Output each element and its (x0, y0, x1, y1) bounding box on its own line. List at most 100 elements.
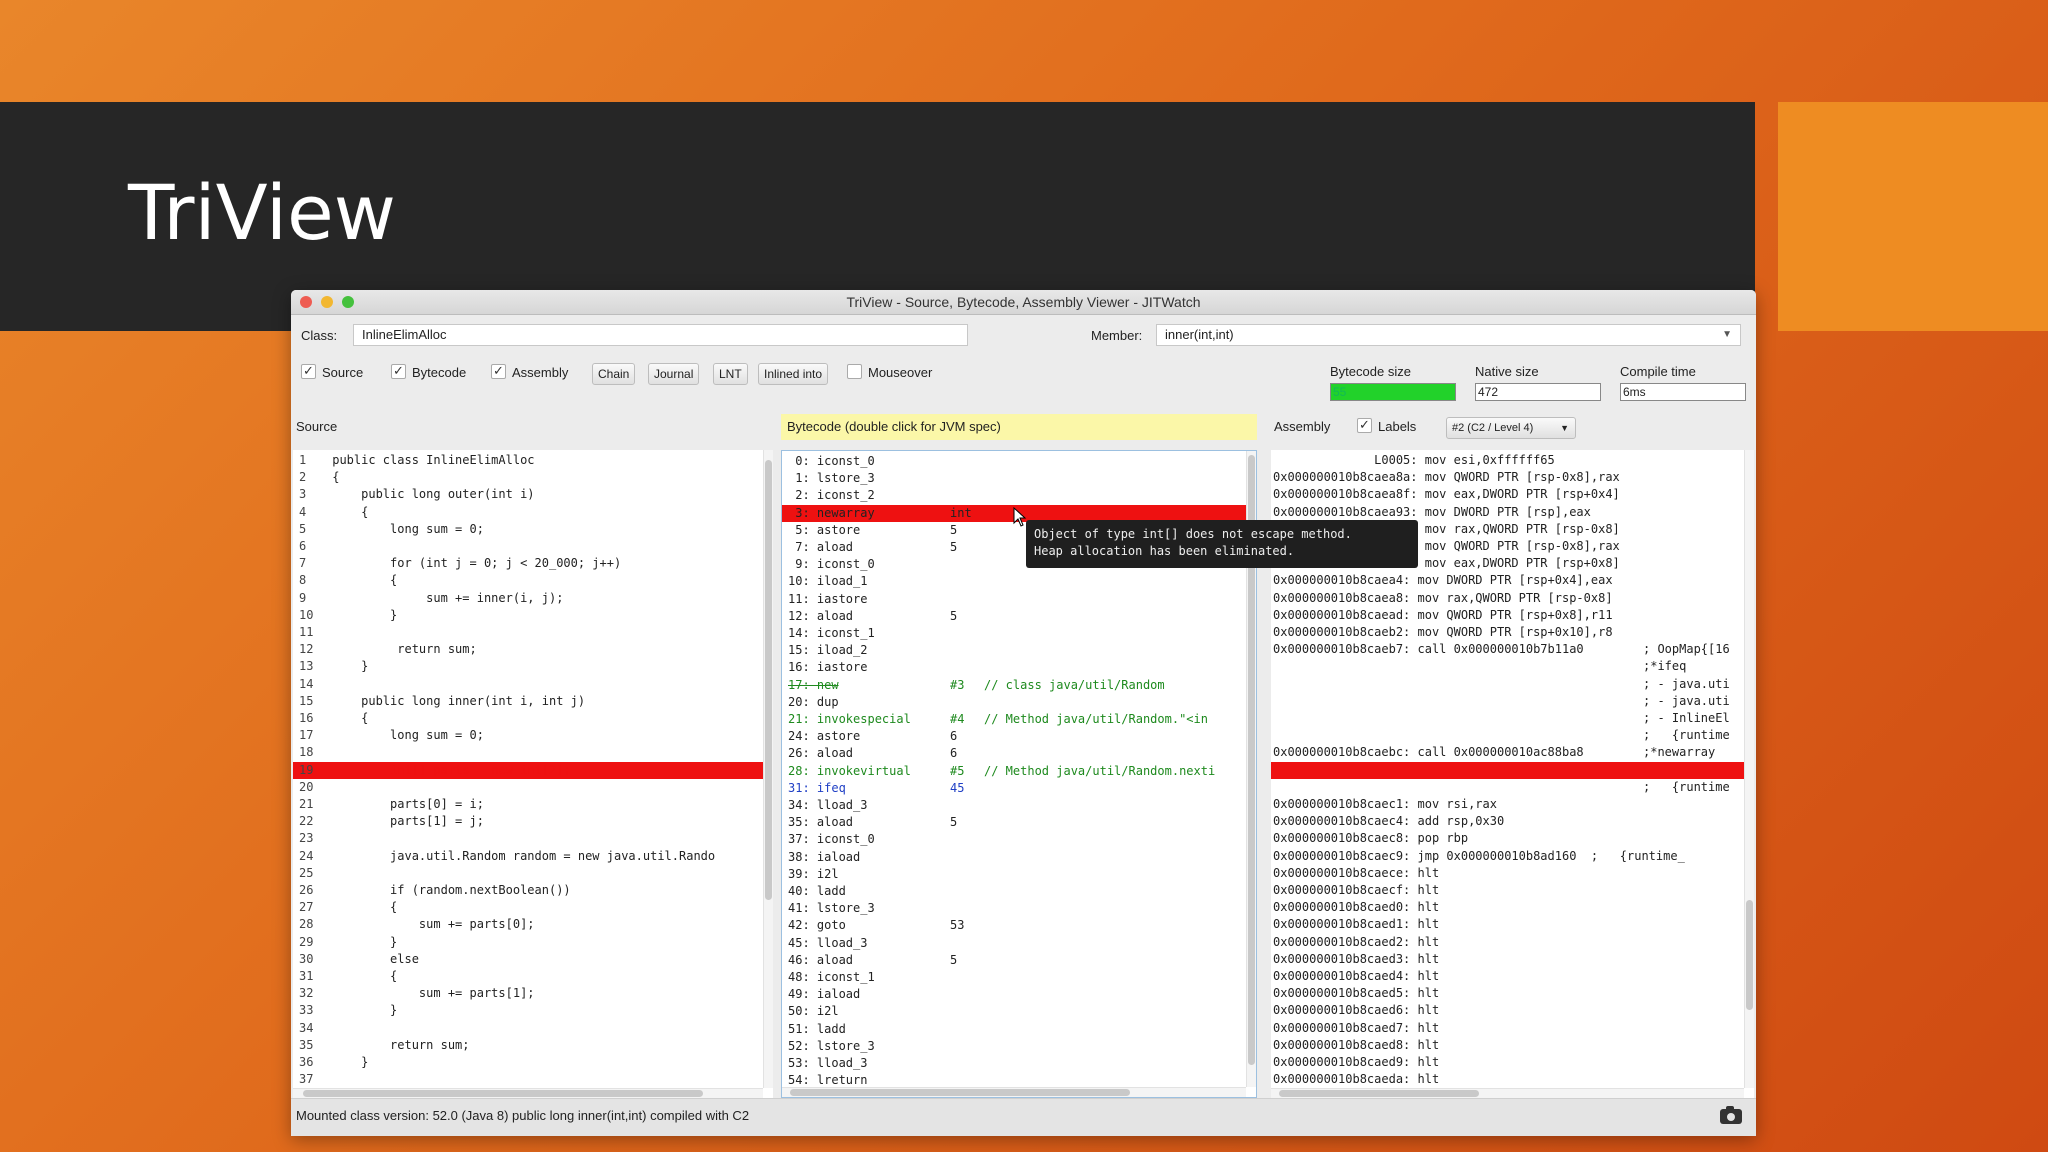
source-hscroll[interactable] (293, 1088, 763, 1098)
labels-checkbox[interactable]: ✓ Labels (1357, 417, 1416, 436)
assembly-line[interactable]: 0x000000010b8caeb2: mov QWORD PTR [rsp+0… (1271, 624, 1754, 641)
scroll-thumb[interactable] (1279, 1090, 1479, 1097)
assembly-line[interactable]: 0x000000010b8caed5: hlt (1271, 985, 1754, 1002)
source-line[interactable]: 1 public class InlineElimAlloc (293, 452, 773, 469)
journal-button[interactable]: Journal (648, 363, 700, 385)
bytecode-line[interactable]: 52: lstore_3 (782, 1038, 1256, 1055)
assembly-line[interactable]: 0x000000010b8caed2: hlt (1271, 934, 1754, 951)
bytecode-hscroll[interactable] (782, 1087, 1246, 1097)
source-line[interactable]: 27 { (293, 899, 773, 916)
inlined-into-button[interactable]: Inlined into (758, 363, 829, 385)
source-vscroll[interactable] (763, 450, 773, 1088)
assembly-hscroll[interactable] (1271, 1088, 1744, 1098)
compile-select[interactable]: #2 (C2 / Level 4) ▼ (1446, 417, 1576, 439)
bytecode-line[interactable]: 0: iconst_0 (782, 453, 1256, 470)
assembly-line[interactable]: 0x000000010b8caea8a: mov QWORD PTR [rsp-… (1271, 469, 1754, 486)
source-line[interactable]: 15 public long inner(int i, int j) (293, 693, 773, 710)
source-line[interactable]: 37 (293, 1071, 773, 1088)
bytecode-line[interactable]: 49: iaload (782, 986, 1256, 1003)
bytecode-line[interactable]: 39: i2l (782, 866, 1256, 883)
assembly-line[interactable]: 0x000000010b8caed4: hlt (1271, 968, 1754, 985)
source-line[interactable]: 8 { (293, 572, 773, 589)
assembly-line[interactable]: 0x000000010b8caed6: hlt (1271, 1002, 1754, 1019)
bytecode-line[interactable]: 40: ladd (782, 883, 1256, 900)
source-line[interactable]: 34 (293, 1020, 773, 1037)
source-line[interactable]: 21 parts[0] = i; (293, 796, 773, 813)
source-line[interactable]: 31 { (293, 968, 773, 985)
assembly-line[interactable]: ; - java.uti (1271, 693, 1754, 710)
lnt-button[interactable]: LNT (713, 363, 748, 385)
assembly-line[interactable]: 0x000000010b8caed7: hlt (1271, 1020, 1754, 1037)
assembly-line[interactable]: 0x000000010b8caed8: hlt (1271, 1037, 1754, 1054)
assembly-line[interactable]: 0x000000010b8caec4: add rsp,0x30 (1271, 813, 1754, 830)
assembly-line[interactable]: 0x000000010b8caebc: call 0x000000010ac88… (1271, 744, 1754, 761)
bytecode-line[interactable]: 31: ifeq 45 (782, 780, 1256, 797)
assembly-line[interactable]: 0x000000010b8caea93: mov DWORD PTR [rsp]… (1271, 504, 1754, 521)
camera-icon[interactable] (1720, 1106, 1742, 1124)
bytecode-line[interactable]: 37: iconst_0 (782, 831, 1256, 848)
bytecode-line[interactable]: 48: iconst_1 (782, 969, 1256, 986)
scroll-thumb[interactable] (790, 1089, 1130, 1096)
bytecode-line[interactable]: 41: lstore_3 (782, 900, 1256, 917)
source-line[interactable]: 4 { (293, 504, 773, 521)
scroll-thumb[interactable] (1746, 900, 1753, 1010)
bytecode-line[interactable]: 51: ladd (782, 1021, 1256, 1038)
bytecode-line[interactable]: 26: aload 6 (782, 745, 1256, 762)
bytecode-line[interactable]: 10: iload_1 (782, 573, 1256, 590)
source-line[interactable]: 3 public long outer(int i) (293, 486, 773, 503)
bytecode-line[interactable]: 14: iconst_1 (782, 625, 1256, 642)
class-input[interactable]: InlineElimAlloc (353, 324, 968, 346)
source-line[interactable]: 17 long sum = 0; (293, 727, 773, 744)
source-line[interactable]: 13 } (293, 658, 773, 675)
bytecode-line[interactable]: 46: aload 5 (782, 952, 1256, 969)
assembly-line[interactable]: L0005: mov esi,0xffffff65 (1271, 452, 1754, 469)
bytecode-line[interactable]: 17: new #3 // class java/util/Random (782, 677, 1256, 694)
chain-button[interactable]: Chain (592, 363, 636, 385)
assembly-line[interactable]: ; - java.uti (1271, 676, 1754, 693)
source-line[interactable]: 35 return sum; (293, 1037, 773, 1054)
bytecode-line[interactable]: 45: lload_3 (782, 935, 1256, 952)
bytecode-line[interactable]: 20: dup (782, 694, 1256, 711)
bytecode-line[interactable]: 50: i2l (782, 1003, 1256, 1020)
bytecode-line[interactable]: 38: iaload (782, 849, 1256, 866)
member-select[interactable]: inner(int,int) ▼ (1156, 324, 1741, 346)
source-line[interactable]: 7 for (int j = 0; j < 20_000; j++) (293, 555, 773, 572)
bytecode-line[interactable]: 12: aload 5 (782, 608, 1256, 625)
source-line[interactable]: 11 (293, 624, 773, 641)
assembly-line[interactable]: 0x000000010b8caece: hlt (1271, 865, 1754, 882)
bytecode-checkbox[interactable]: ✓ Bytecode (391, 363, 466, 382)
bytecode-line[interactable]: 24: astore 6 (782, 728, 1256, 745)
source-line[interactable]: 24 java.util.Random random = new java.ut… (293, 848, 773, 865)
bytecode-line[interactable]: 1: lstore_3 (782, 470, 1256, 487)
source-line[interactable]: 25 (293, 865, 773, 882)
bytecode-line[interactable]: 42: goto 53 (782, 917, 1256, 934)
assembly-line[interactable]: 0x000000010b8caec9: jmp 0x000000010b8ad1… (1271, 848, 1754, 865)
assembly-line[interactable]: ;*ifeq (1271, 658, 1754, 675)
scroll-thumb[interactable] (303, 1090, 703, 1097)
assembly-line[interactable]: 0x000000010b8caeda: hlt (1271, 1071, 1754, 1088)
source-line[interactable]: 12 return sum; (293, 641, 773, 658)
source-line[interactable]: 19 int[] parts = new int[2]; (293, 761, 773, 779)
source-line[interactable]: 30 else (293, 951, 773, 968)
source-line[interactable]: 20 (293, 779, 773, 796)
source-line[interactable]: 36 } (293, 1054, 773, 1071)
source-line[interactable]: 6 (293, 538, 773, 555)
source-line[interactable]: 16 { (293, 710, 773, 727)
assembly-line[interactable]: ; - InlineEl (1271, 710, 1754, 727)
bytecode-line[interactable]: 11: iastore (782, 591, 1256, 608)
assembly-line[interactable]: 0x000000010b8caed9: hlt (1271, 1054, 1754, 1071)
source-line[interactable]: 22 parts[1] = j; (293, 813, 773, 830)
bytecode-line[interactable]: 21: invokespecial #4 // Method java/util/R… (782, 711, 1256, 728)
source-line[interactable]: 2 { (293, 469, 773, 486)
assembly-line[interactable]: ; {runtime (1271, 779, 1754, 796)
source-line[interactable]: 28 sum += parts[0]; (293, 916, 773, 933)
source-line[interactable]: 9 sum += inner(i, j); (293, 590, 773, 607)
assembly-line[interactable]: 0x000000010b8caeb7: call 0x000000010b7b1… (1271, 641, 1754, 658)
assembly-line[interactable]: 0x000000010b8caec8: pop rbp (1271, 830, 1754, 847)
assembly-line[interactable]: 0x000000010b8caed3: hlt (1271, 951, 1754, 968)
assembly-line[interactable] (1271, 761, 1754, 779)
assembly-checkbox[interactable]: ✓ Assembly (491, 363, 568, 382)
assembly-line[interactable]: 0x000000010b8caec1: mov rsi,rax (1271, 796, 1754, 813)
assembly-line[interactable]: 0x000000010b8caead: mov QWORD PTR [rsp+0… (1271, 607, 1754, 624)
assembly-line[interactable]: ; {runtime (1271, 727, 1754, 744)
